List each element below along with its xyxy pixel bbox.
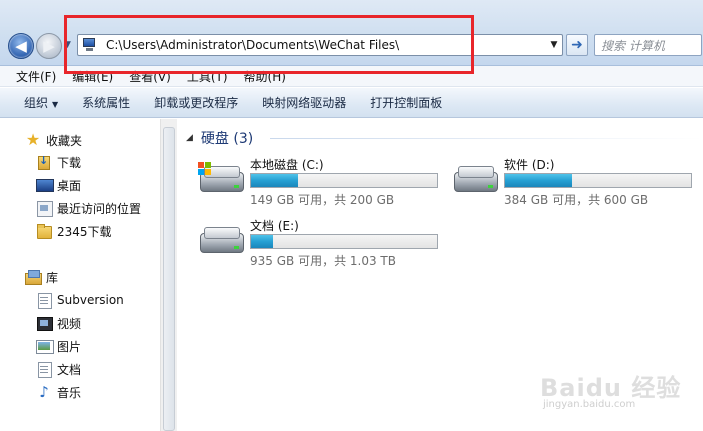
- sidebar-favorites[interactable]: ★ 收藏夹: [25, 130, 82, 150]
- folder-icon: [36, 223, 52, 239]
- sidebar-item-2345-downloads[interactable]: 2345下载: [36, 221, 112, 241]
- search-placeholder: 搜索 计算机: [601, 38, 665, 53]
- video-icon: [36, 315, 53, 331]
- sidebar-item-label: 音乐: [57, 385, 82, 400]
- collapse-triangle-icon[interactable]: ◢: [186, 133, 193, 143]
- command-bar: 组织 ▼ 系统属性 卸载或更改程序 映射网络驱动器 打开控制面板: [0, 88, 703, 118]
- drive-d[interactable]: 软件 (D:) 384 GB 可用，共 600 GB: [452, 156, 702, 212]
- system-drive-icon: [198, 162, 246, 196]
- drive-usage-fill: [505, 174, 572, 187]
- system-properties-button[interactable]: 系统属性: [70, 94, 142, 111]
- drive-usage-fill: [251, 235, 274, 248]
- uninstall-button[interactable]: 卸载或更改程序: [142, 94, 250, 111]
- drive-usage-bar: [250, 173, 438, 188]
- sidebar-item-label: Subversion: [57, 293, 124, 307]
- address-path[interactable]: C:\Users\Administrator\Documents\WeChat …: [106, 38, 546, 52]
- sidebar-item-label: 视频: [57, 316, 82, 331]
- sidebar-scrollbar[interactable]: [160, 119, 177, 431]
- sidebar-item-label: 2345下载: [57, 224, 112, 239]
- drive-space-info: 384 GB 可用，共 600 GB: [504, 193, 649, 207]
- control-panel-button[interactable]: 打开控制面板: [358, 94, 454, 111]
- map-drive-button[interactable]: 映射网络驱动器: [250, 94, 358, 111]
- forward-button[interactable]: ▶: [36, 33, 62, 59]
- scrollbar-thumb[interactable]: [163, 127, 175, 431]
- sidebar-item-music[interactable]: ♪ 音乐: [36, 382, 81, 402]
- sidebar-item-documents[interactable]: 文档: [36, 359, 81, 379]
- menu-edit[interactable]: 编辑(E): [64, 68, 121, 85]
- sidebar-libraries-label: 库: [46, 270, 59, 285]
- desktop-icon: [36, 177, 54, 193]
- arrow-right-icon: ▶: [43, 37, 55, 55]
- chevron-down-icon[interactable]: ▼: [546, 40, 562, 50]
- recent-pages-dropdown[interactable]: ▼: [64, 40, 71, 50]
- drive-usage-bar: [250, 234, 438, 249]
- music-icon: ♪: [39, 383, 49, 401]
- group-header-hard-disks[interactable]: ◢ 硬盘 (3): [186, 128, 253, 148]
- windows-logo-icon: [198, 162, 212, 176]
- picture-icon: [36, 338, 54, 354]
- drive-usage-fill: [251, 174, 299, 187]
- recent-places-icon: [36, 200, 53, 217]
- arrow-left-icon: ◀: [15, 37, 27, 55]
- menu-view[interactable]: 查看(V): [121, 68, 179, 85]
- drive-space-info: 935 GB 可用，共 1.03 TB: [250, 254, 396, 268]
- chevron-down-icon: ▼: [52, 100, 59, 109]
- back-button[interactable]: ◀: [8, 33, 34, 59]
- drive-usage-bar: [504, 173, 692, 188]
- menu-bar: 文件(F) 编辑(E) 查看(V) 工具(T) 帮助(H): [0, 66, 703, 87]
- search-input[interactable]: 搜索 计算机: [594, 34, 702, 56]
- arrow-right-icon: ➜: [571, 37, 583, 53]
- drive-e[interactable]: 文档 (E:) 935 GB 可用，共 1.03 TB: [198, 217, 448, 273]
- baidu-watermark-url: jingyan.baidu.com: [543, 399, 636, 410]
- sidebar-item-label: 图片: [57, 339, 82, 354]
- document-icon: [36, 361, 52, 378]
- title-bar: ◀ ▶ ▼ C:\Users\Administrator\Documents\W…: [0, 0, 703, 66]
- library-folder-icon: [36, 292, 52, 309]
- sidebar-item-subversion[interactable]: Subversion: [36, 290, 124, 310]
- sidebar-item-label: 桌面: [57, 178, 82, 193]
- sidebar-item-pictures[interactable]: 图片: [36, 336, 81, 356]
- hard-drive-icon: [452, 166, 500, 196]
- sidebar-item-label: 最近访问的位置: [57, 201, 142, 216]
- address-bar[interactable]: C:\Users\Administrator\Documents\WeChat …: [77, 34, 563, 56]
- menu-help[interactable]: 帮助(H): [236, 68, 294, 85]
- group-title: 硬盘 (3): [200, 131, 254, 147]
- drive-name: 文档 (E:): [250, 219, 299, 233]
- organize-button[interactable]: 组织 ▼: [0, 94, 70, 111]
- sidebar-item-recent[interactable]: 最近访问的位置: [36, 198, 141, 218]
- drive-c[interactable]: 本地磁盘 (C:) 149 GB 可用，共 200 GB: [198, 156, 448, 212]
- menu-file[interactable]: 文件(F): [0, 68, 64, 85]
- drive-space-info: 149 GB 可用，共 200 GB: [250, 193, 395, 207]
- sidebar-item-videos[interactable]: 视频: [36, 313, 81, 333]
- download-folder-icon: [36, 154, 52, 170]
- sidebar-item-label: 下载: [57, 155, 82, 170]
- library-icon: [25, 269, 42, 285]
- sidebar-libraries[interactable]: 库: [25, 267, 58, 287]
- go-button[interactable]: ➜: [566, 34, 588, 56]
- sidebar-item-label: 文档: [57, 362, 82, 377]
- drive-name: 本地磁盘 (C:): [250, 158, 324, 172]
- drive-name: 软件 (D:): [504, 158, 555, 172]
- hard-drive-icon: [198, 227, 246, 257]
- computer-icon: [82, 38, 100, 52]
- organize-label: 组织: [24, 96, 49, 110]
- sidebar-item-desktop[interactable]: 桌面: [36, 175, 81, 195]
- sidebar-favorites-label: 收藏夹: [46, 133, 83, 148]
- baidu-watermark: Baidu 经验: [540, 374, 682, 402]
- star-icon: ★: [25, 130, 41, 149]
- group-divider: [270, 138, 703, 139]
- sidebar-item-downloads[interactable]: 下载: [36, 152, 81, 172]
- menu-tools[interactable]: 工具(T): [179, 68, 236, 85]
